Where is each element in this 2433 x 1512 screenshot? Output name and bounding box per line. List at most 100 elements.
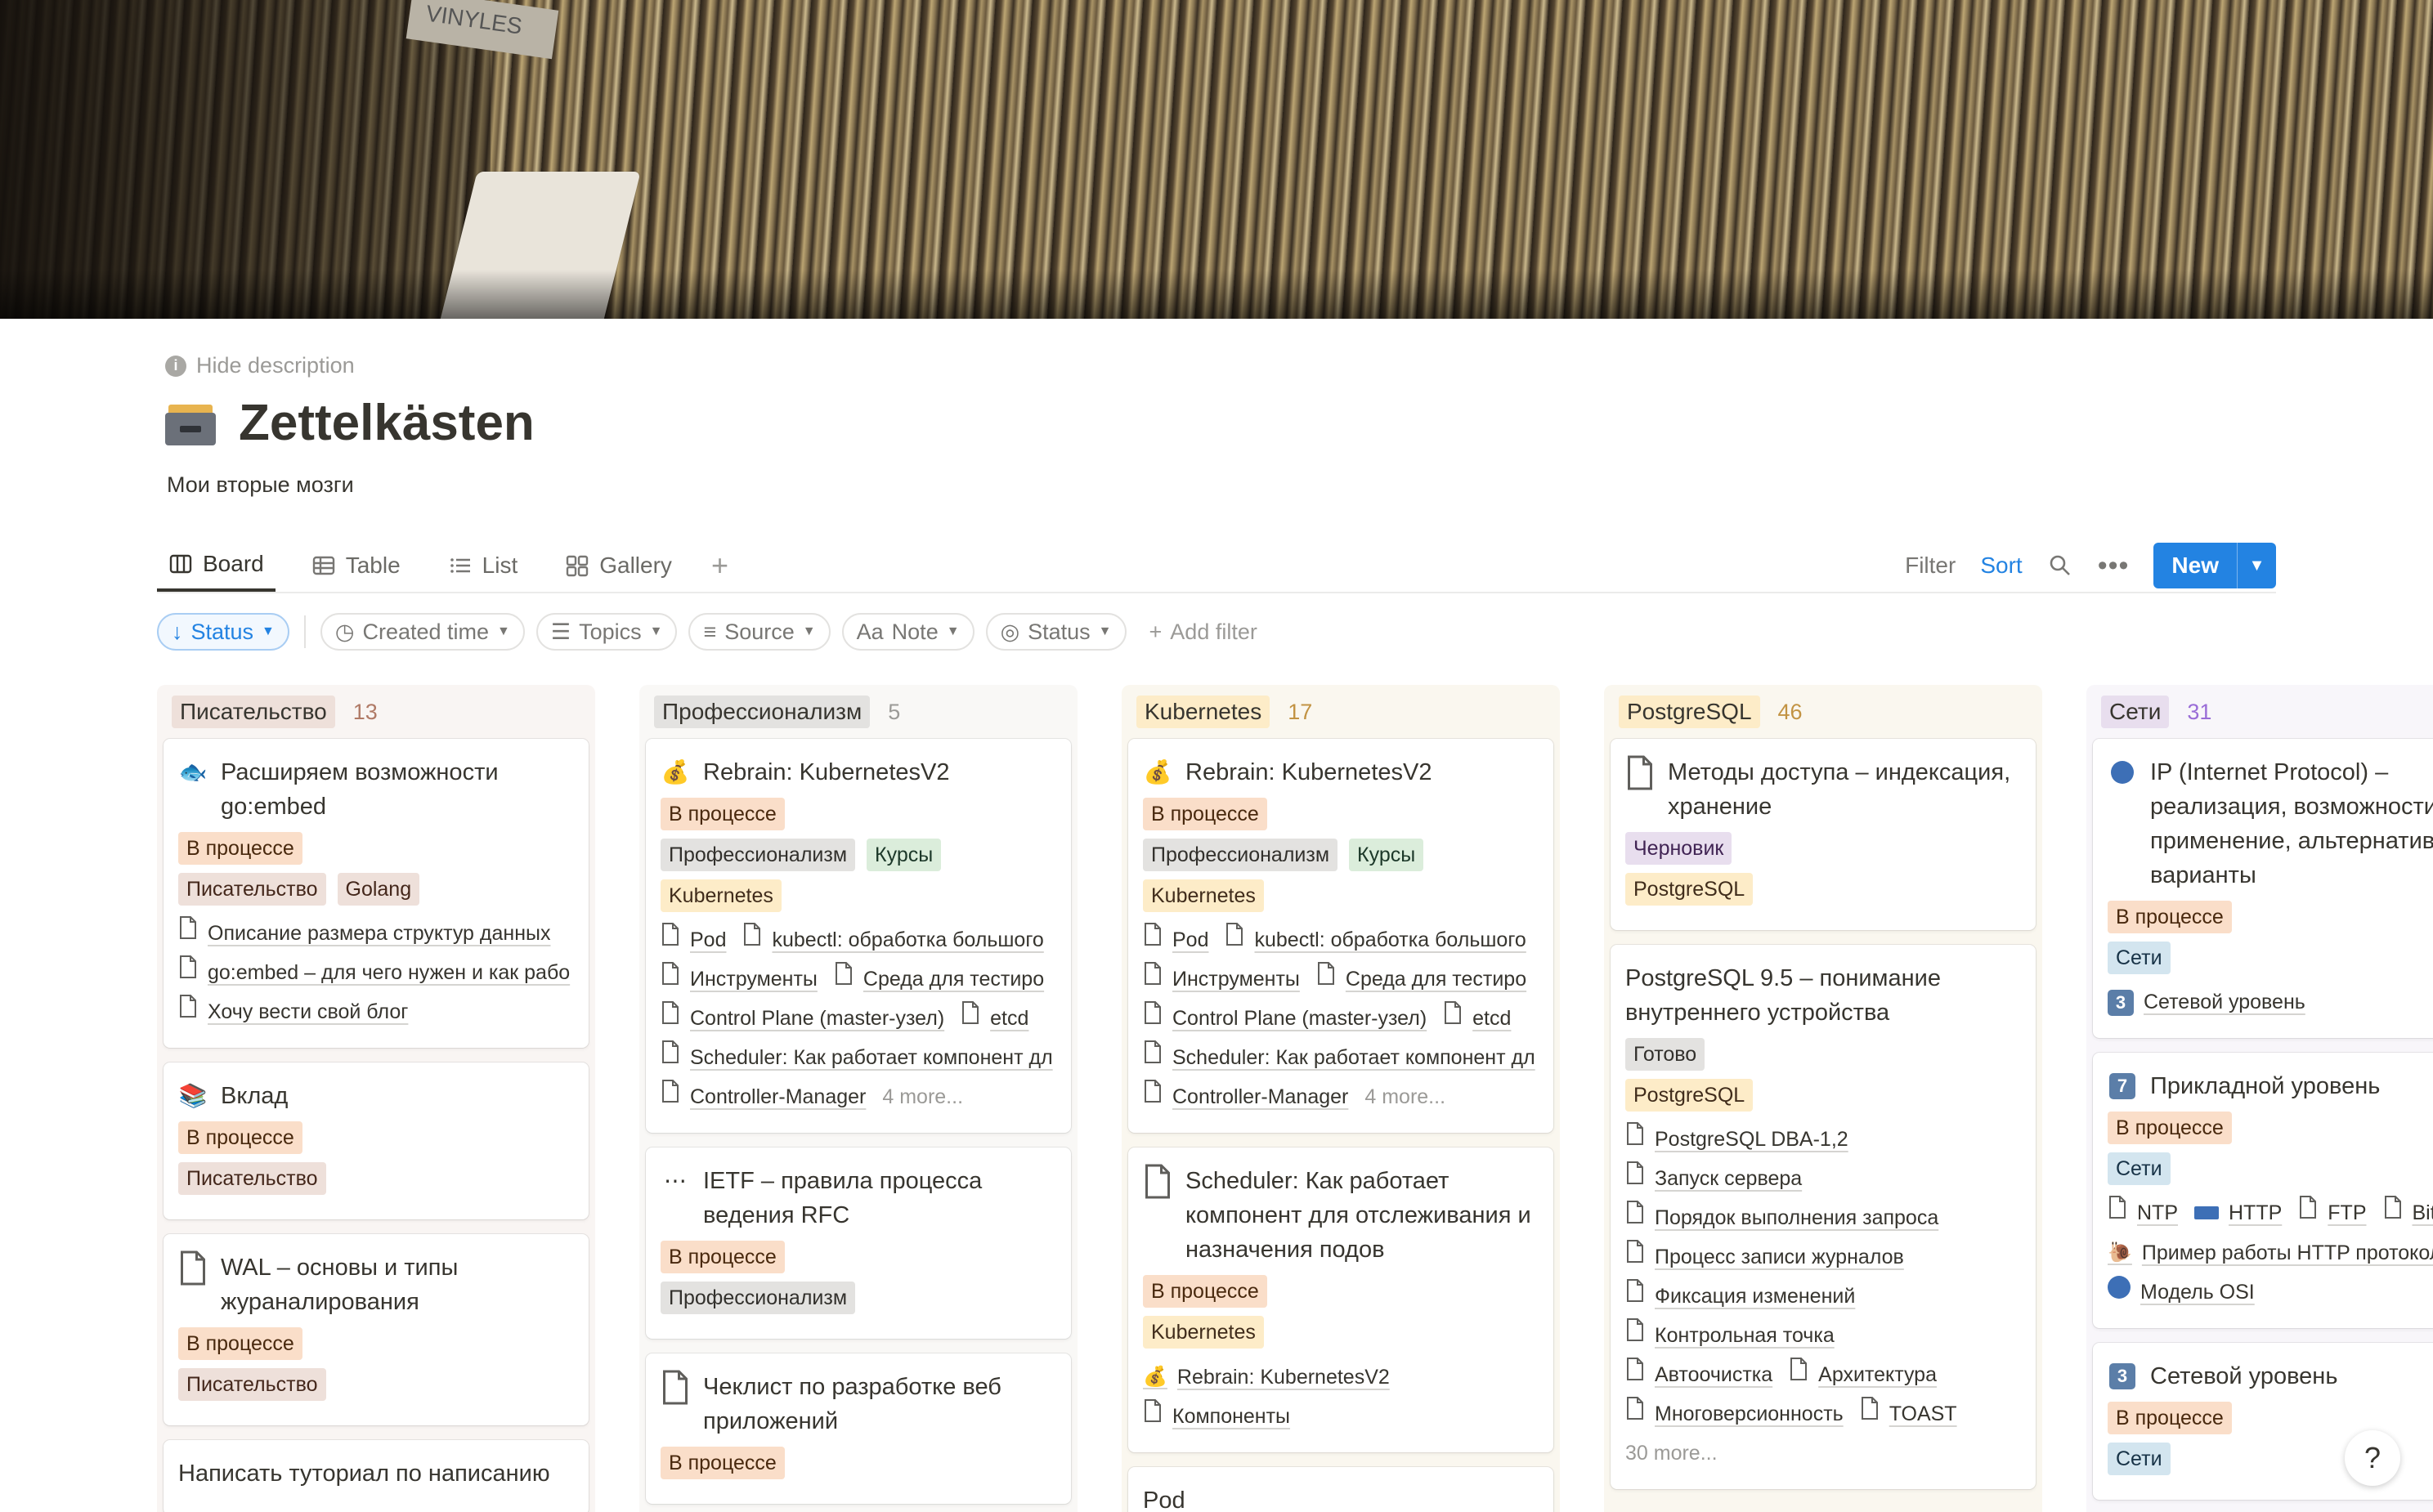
tab-list[interactable]: List: [437, 539, 530, 592]
add-view-icon[interactable]: +: [708, 548, 732, 583]
board-column-4: Сети 31 IP (Internet Protocol) – реализаци…: [2086, 685, 2433, 1512]
column-name[interactable]: Писательство: [172, 696, 335, 728]
relation-link[interactable]: etcd: [961, 999, 1028, 1038]
board-card[interactable]: Написать туториал по написанию: [164, 1440, 589, 1512]
tab-gallery[interactable]: Gallery: [553, 539, 683, 592]
more-link[interactable]: 4 more...: [882, 1077, 963, 1116]
board-card[interactable]: WAL – основы и типы жураналирования В про…: [164, 1234, 589, 1425]
relation-link[interactable]: Архитектура: [1789, 1355, 1937, 1394]
note-filter[interactable]: Aa Note ▼: [841, 613, 975, 651]
more-options-icon[interactable]: •••: [2098, 550, 2130, 582]
page-description[interactable]: Мои вторые мозги: [167, 472, 354, 498]
new-button-label[interactable]: New: [2153, 543, 2237, 588]
tag-row: В процессе: [1143, 798, 1539, 830]
relation-link[interactable]: Процесс записи журналов: [1625, 1237, 1904, 1277]
relation-link[interactable]: kubectl: обработка большого: [742, 920, 1044, 960]
relation-link[interactable]: TOAST: [1860, 1394, 1957, 1434]
relation-link[interactable]: Фиксация изменений: [1625, 1277, 1855, 1316]
relation-link[interactable]: Pod: [1143, 920, 1208, 960]
relation-link[interactable]: etcd: [1443, 999, 1511, 1038]
relation-link[interactable]: Компоненты: [1143, 1397, 1290, 1436]
dots-icon: ⋯: [664, 1168, 687, 1193]
relation-link[interactable]: Control Plane (master-узел): [661, 999, 944, 1038]
board-card[interactable]: 💰 Rebrain: KubernetesV2 В процессе Професси…: [646, 739, 1071, 1133]
column-name[interactable]: Kubernetes: [1136, 696, 1270, 728]
relation-link[interactable]: Bit torrent: [2383, 1193, 2433, 1232]
board-card[interactable]: IP (Internet Protocol) – реализация, воз…: [2093, 739, 2433, 1038]
add-filter-button[interactable]: + Add filter: [1149, 620, 1257, 645]
relation-link[interactable]: Среда для тестиро: [1316, 960, 1526, 999]
relation-label: Pod: [690, 928, 727, 951]
column-name[interactable]: Профессионализм: [654, 696, 871, 728]
relation-link[interactable]: Порядок выполнения запроса: [1625, 1198, 1938, 1237]
topic-tag: Kubernetes: [1143, 1316, 1264, 1349]
relation-label: TOAST: [1889, 1402, 1957, 1425]
tab-board[interactable]: Board: [157, 539, 276, 592]
column-name[interactable]: Сети: [2101, 696, 2170, 728]
tab-table[interactable]: Table: [300, 539, 412, 592]
relation-link[interactable]: Инструменты: [661, 960, 818, 999]
topics-filter[interactable]: ☰ Topics ▼: [535, 613, 678, 651]
chevron-down-icon[interactable]: ▼: [2237, 543, 2276, 588]
relation-link[interactable]: go:embed – для чего нужен и как рабо: [178, 953, 570, 992]
search-icon[interactable]: [2047, 552, 2073, 579]
relation-row: Scheduler: Как работает компонент дл: [1143, 1038, 1539, 1077]
relation-link[interactable]: Хочу вести свой блог: [178, 992, 408, 1031]
board-column-1: Профессионализм 5 💰 Rebrain: KubernetesV2 В …: [639, 685, 1078, 1512]
more-link[interactable]: 30 more...: [1625, 1434, 1718, 1473]
page-icon: [1625, 1198, 1645, 1237]
relation-link[interactable]: 🐌 Пример работы HTTP протокола с ме: [2108, 1232, 2433, 1273]
relation-link[interactable]: Запуск сервера: [1625, 1159, 1802, 1198]
card-title: Чеклист по разработке веб приложений: [661, 1370, 1056, 1438]
relation-link[interactable]: 💰 Rebrain: KubernetesV2: [1143, 1357, 1390, 1397]
filter-button[interactable]: Filter: [1905, 552, 1956, 579]
relation-link[interactable]: Controller-Manager: [661, 1077, 866, 1116]
column-count: 13: [352, 699, 378, 724]
card-title: 3 Сетевой уровень: [2108, 1359, 2433, 1393]
relation-link[interactable]: Pod: [661, 920, 726, 960]
created-time-filter[interactable]: ◷ Created time ▼: [320, 613, 525, 651]
status-filter[interactable]: ◎ Status ▼: [985, 613, 1127, 651]
board-card[interactable]: Чеклист по разработке веб приложений В пр…: [646, 1353, 1071, 1504]
topic-tag: Профессионализм: [661, 839, 856, 871]
sort-button[interactable]: Sort: [1980, 552, 2022, 579]
board-card[interactable]: Pod: [1128, 1467, 1553, 1512]
board-card[interactable]: PostgreSQL 9.5 – понимание внутреннего у…: [1611, 945, 2036, 1489]
relation-link[interactable]: Scheduler: Как работает компонент дл: [661, 1038, 1053, 1077]
source-filter[interactable]: ≡ Source ▼: [688, 613, 831, 651]
relation-link[interactable]: Control Plane (master-узел): [1143, 999, 1427, 1038]
board-card[interactable]: 7 Прикладной уровень В процессе Сети NTP HTTP…: [2093, 1053, 2433, 1328]
page-icon: [661, 1038, 680, 1077]
board-card[interactable]: Scheduler: Как работает компонент для от…: [1128, 1147, 1553, 1452]
new-button[interactable]: New ▼: [2153, 543, 2276, 588]
relation-link[interactable]: Scheduler: Как работает компонент дл: [1143, 1038, 1535, 1077]
page-title-text[interactable]: Zettelkästen: [239, 394, 535, 452]
hide-description-button[interactable]: i Hide description: [165, 353, 355, 378]
column-name[interactable]: PostgreSQL: [1619, 696, 1760, 728]
board-card[interactable]: Методы доступа – индексация, хранение Чер…: [1611, 739, 2036, 930]
relation-link[interactable]: Инструменты: [1143, 960, 1300, 999]
relation-link[interactable]: Среда для тестиро: [834, 960, 1044, 999]
relation-link[interactable]: Описание размера структур данных: [178, 914, 550, 953]
board-card[interactable]: 🐟 Расширяем возможности go:embed В процесс…: [164, 739, 589, 1048]
relation-link[interactable]: FTP: [2298, 1193, 2367, 1232]
relation-link[interactable]: PostgreSQL DBA-1,2: [1625, 1120, 1848, 1159]
page-icon: [1625, 1120, 1645, 1159]
relation-link[interactable]: Controller-Manager: [1143, 1077, 1348, 1116]
relation-link[interactable]: kubectl: обработка большого: [1225, 920, 1526, 960]
board-card[interactable]: 💰 Rebrain: KubernetesV2 В процессе Професси…: [1128, 739, 1553, 1133]
relation-link[interactable]: Модель OSI: [2108, 1273, 2255, 1312]
board-card[interactable]: 📚 Вклад В процессе Писательство: [164, 1062, 589, 1219]
card-title-text: WAL – основы и типы жураналирования: [221, 1255, 459, 1315]
chevron-down-icon: ▼: [946, 624, 960, 638]
board-card[interactable]: ⋯ IETF – правила процесса ведения RFC В пр…: [646, 1147, 1071, 1339]
relation-link[interactable]: Контрольная точка: [1625, 1316, 1835, 1355]
relation-link[interactable]: HTTP: [2194, 1193, 2282, 1232]
help-button[interactable]: ?: [2345, 1430, 2400, 1486]
relation-link[interactable]: NTP: [2108, 1193, 2178, 1232]
relation-link[interactable]: 3 Сетевой уровень: [2108, 982, 2305, 1022]
more-link[interactable]: 4 more...: [1364, 1077, 1445, 1116]
relation-link[interactable]: Многоверсионность: [1625, 1394, 1844, 1434]
relation-link[interactable]: Автоочистка: [1625, 1355, 1772, 1394]
status-sort-pill[interactable]: ↓ Status ▼: [157, 613, 289, 651]
